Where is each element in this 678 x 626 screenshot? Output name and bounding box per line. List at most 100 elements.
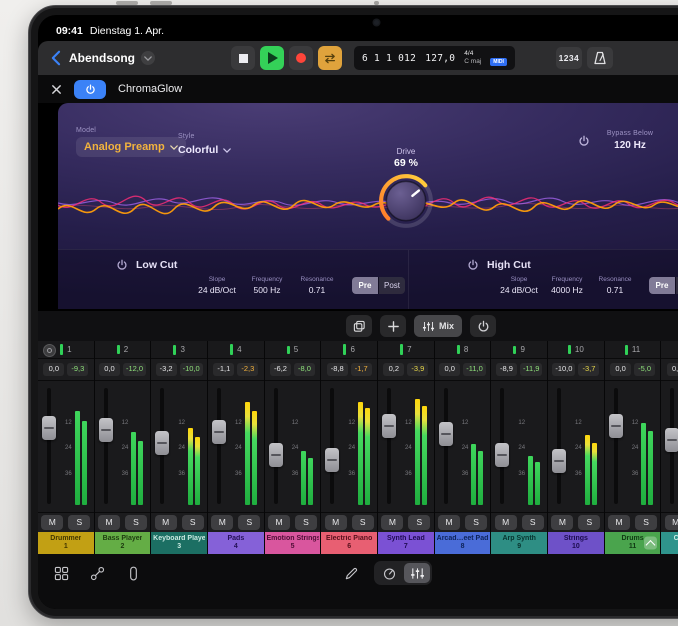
- volume-value[interactable]: -8,8: [327, 363, 348, 375]
- fader-handle[interactable]: [552, 449, 566, 473]
- fader-handle[interactable]: [269, 443, 283, 467]
- solo-button[interactable]: S: [352, 515, 374, 530]
- pre-button[interactable]: Pre: [649, 277, 675, 294]
- high-cut-slope[interactable]: Slope 24 dB/Oct: [497, 276, 541, 295]
- project-title[interactable]: Abendsong: [69, 51, 135, 65]
- track-label[interactable]: Drummer1: [38, 532, 94, 554]
- mute-button[interactable]: M: [268, 515, 290, 530]
- solo-button[interactable]: S: [465, 515, 487, 530]
- low-cut-resonance[interactable]: Resonance 0.71: [294, 276, 340, 295]
- volume-value[interactable]: -8,9: [496, 363, 517, 375]
- mixer-filter-icon[interactable]: [43, 344, 56, 357]
- fader-handle[interactable]: [155, 431, 169, 455]
- stop-button[interactable]: [231, 46, 255, 70]
- track-label[interactable]: Electric Piano6: [321, 532, 377, 554]
- fader-track[interactable]: [160, 388, 164, 504]
- fader-track[interactable]: [670, 388, 674, 504]
- post-button[interactable]: Post: [379, 277, 405, 294]
- add-track-button[interactable]: [380, 315, 406, 337]
- fader-handle[interactable]: [325, 448, 339, 472]
- solo-button[interactable]: S: [125, 515, 147, 530]
- volume-value[interactable]: 0,0: [439, 363, 460, 375]
- mute-button[interactable]: M: [211, 515, 233, 530]
- mute-button[interactable]: M: [495, 515, 517, 530]
- mixer-view-button[interactable]: [404, 563, 430, 583]
- mute-button[interactable]: M: [381, 515, 403, 530]
- mute-button[interactable]: M: [155, 515, 177, 530]
- volume-value[interactable]: -3,2: [156, 363, 177, 375]
- volume-value[interactable]: 0,2: [383, 363, 404, 375]
- solo-button[interactable]: S: [238, 515, 260, 530]
- solo-button[interactable]: S: [68, 515, 90, 530]
- count-in-button[interactable]: 1234: [556, 47, 582, 69]
- duplicate-button[interactable]: [346, 315, 372, 337]
- mute-button[interactable]: M: [665, 515, 678, 530]
- mix-button[interactable]: Mix: [414, 315, 462, 337]
- fader-handle[interactable]: [439, 422, 453, 446]
- fader-track[interactable]: [47, 388, 51, 504]
- solo-button[interactable]: S: [522, 515, 544, 530]
- solo-button[interactable]: S: [182, 515, 204, 530]
- volume-value[interactable]: 0,0: [99, 363, 120, 375]
- fader-track[interactable]: [500, 388, 504, 504]
- play-button[interactable]: [260, 46, 284, 70]
- metronome-button[interactable]: [587, 47, 613, 69]
- low-cut-power-icon[interactable]: [116, 259, 128, 271]
- mute-button[interactable]: M: [438, 515, 460, 530]
- track-label[interactable]: Synth Lead7: [378, 532, 434, 554]
- fader-track[interactable]: [217, 388, 221, 504]
- fader-handle[interactable]: [212, 420, 226, 444]
- track-label[interactable]: Pads4: [208, 532, 264, 554]
- style-selector[interactable]: Style Colorful: [178, 133, 231, 156]
- low-cut-frequency[interactable]: Frequency 500 Hz: [244, 276, 290, 295]
- track-label[interactable]: Chorus V12: [661, 532, 678, 554]
- record-button[interactable]: [289, 46, 313, 70]
- model-selector[interactable]: Model Analog Preamp: [76, 127, 186, 157]
- track-label[interactable]: Keyboard Player3: [151, 532, 207, 554]
- track-label[interactable]: Bass Player2: [95, 532, 151, 554]
- solo-button[interactable]: S: [578, 515, 600, 530]
- mixer-power-button[interactable]: [470, 315, 496, 337]
- level-control[interactable]: Level 0,0: [664, 130, 678, 151]
- volume-value[interactable]: -10,0: [552, 363, 575, 375]
- volume-value[interactable]: 0,0: [610, 363, 631, 375]
- fader-track[interactable]: [557, 388, 561, 504]
- lcd-display[interactable]: 6 1 1 012 127,0 4/4 C maj MIDI: [354, 46, 515, 70]
- solo-button[interactable]: S: [295, 515, 317, 530]
- model-value[interactable]: Analog Preamp: [76, 137, 186, 157]
- fader-track[interactable]: [330, 388, 334, 504]
- bypass-below-control[interactable]: Bypass Below 120 Hz: [598, 130, 662, 151]
- close-icon[interactable]: [51, 84, 62, 95]
- routing-button[interactable]: [84, 561, 110, 585]
- volume-value[interactable]: 0,0: [667, 363, 678, 375]
- collapse-chevron-icon[interactable]: [644, 537, 657, 550]
- track-label[interactable]: Arcad…eet Pad8: [435, 532, 491, 554]
- track-label[interactable]: Drums11: [605, 532, 661, 554]
- back-button[interactable]: [50, 50, 61, 66]
- solo-button[interactable]: S: [408, 515, 430, 530]
- controls-view-button[interactable]: [376, 563, 402, 583]
- fader-track[interactable]: [444, 388, 448, 504]
- drive-knob[interactable]: [377, 172, 435, 230]
- power-icon[interactable]: [578, 135, 590, 147]
- fader-handle[interactable]: [609, 414, 623, 438]
- mute-button[interactable]: M: [98, 515, 120, 530]
- volume-value[interactable]: 0,0: [43, 363, 64, 375]
- fader-track[interactable]: [274, 388, 278, 504]
- track-label[interactable]: Strings10: [548, 532, 604, 554]
- browser-button[interactable]: [48, 561, 74, 585]
- fader-handle[interactable]: [42, 416, 56, 440]
- fader-track[interactable]: [104, 388, 108, 504]
- style-value[interactable]: Colorful: [178, 144, 231, 156]
- mute-button[interactable]: M: [551, 515, 573, 530]
- fader-handle[interactable]: [382, 414, 396, 438]
- low-cut-slope[interactable]: Slope 24 dB/Oct: [194, 276, 240, 295]
- mute-button[interactable]: M: [41, 515, 63, 530]
- edit-button[interactable]: [338, 561, 364, 585]
- fader-handle[interactable]: [99, 418, 113, 442]
- keyboard-button[interactable]: [120, 561, 146, 585]
- cycle-button[interactable]: [318, 46, 342, 70]
- high-cut-power-icon[interactable]: [467, 259, 479, 271]
- fader-handle[interactable]: [495, 443, 509, 467]
- high-cut-resonance[interactable]: Resonance 0.71: [593, 276, 637, 295]
